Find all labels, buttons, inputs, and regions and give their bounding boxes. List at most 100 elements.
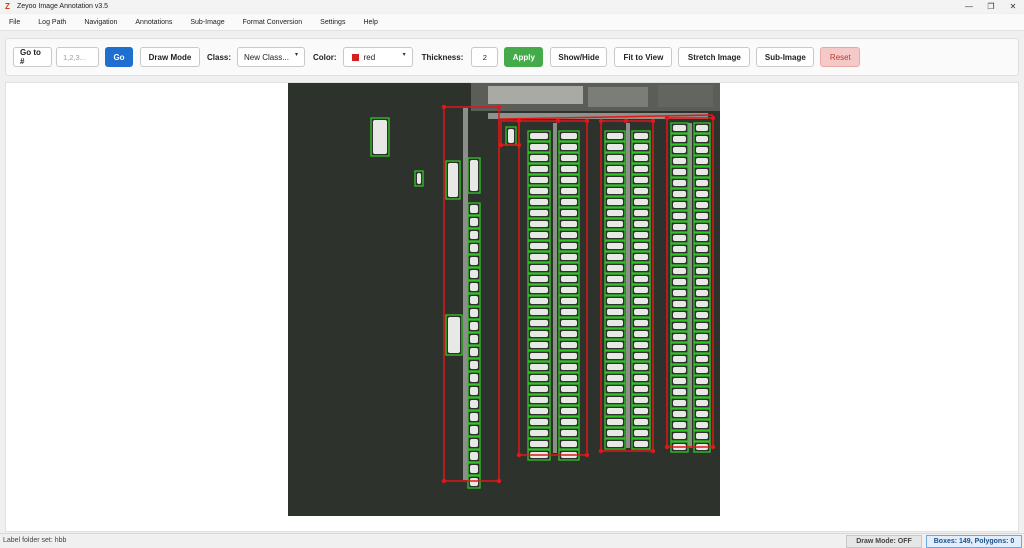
- boat: [696, 433, 708, 439]
- menu-sub-image[interactable]: Sub-Image: [181, 19, 233, 26]
- boat: [530, 419, 548, 425]
- reset-button[interactable]: Reset: [820, 47, 861, 67]
- annotation-handle[interactable]: [623, 118, 629, 124]
- color-select[interactable]: red ▾: [342, 47, 413, 67]
- boat: [530, 188, 548, 194]
- annotated-satellite-image[interactable]: [288, 83, 720, 516]
- boat: [673, 158, 686, 164]
- annotation-handle[interactable]: [598, 118, 604, 124]
- building-block: [658, 85, 713, 107]
- menu-format-conversion[interactable]: Format Conversion: [234, 19, 312, 26]
- boat: [470, 413, 478, 421]
- show-hide-button[interactable]: Show/Hide: [550, 47, 608, 67]
- boat: [530, 386, 548, 392]
- annotation-handle[interactable]: [710, 444, 716, 450]
- boat: [634, 287, 648, 293]
- fit-to-view-button[interactable]: Fit to View: [614, 47, 673, 67]
- annotation-handle[interactable]: [710, 115, 716, 121]
- boat: [470, 374, 478, 382]
- boat: [634, 441, 648, 447]
- boat: [673, 345, 686, 351]
- boat: [470, 478, 478, 486]
- boat: [673, 202, 686, 208]
- boat: [530, 199, 548, 205]
- annotation-handle[interactable]: [496, 104, 502, 110]
- menu-settings[interactable]: Settings: [311, 19, 354, 26]
- boat: [561, 188, 577, 194]
- boat: [634, 276, 648, 282]
- boat: [607, 221, 623, 227]
- boat: [530, 276, 548, 282]
- color-swatch-icon: [351, 53, 359, 61]
- annotation-handle[interactable]: [441, 478, 447, 484]
- boat: [696, 268, 708, 274]
- annotation-handle[interactable]: [516, 142, 522, 148]
- annotation-handle[interactable]: [496, 478, 502, 484]
- menu-log-path[interactable]: Log Path: [29, 19, 75, 26]
- boat: [607, 188, 623, 194]
- class-select[interactable]: New Class... ▾: [237, 47, 306, 67]
- boat: [607, 419, 623, 425]
- water-background: [288, 83, 720, 516]
- boat: [470, 218, 478, 226]
- annotation-handle[interactable]: [584, 452, 590, 458]
- menu-file[interactable]: File: [0, 19, 29, 26]
- boat: [696, 213, 708, 219]
- close-button[interactable]: ✕: [1002, 0, 1024, 13]
- boat: [696, 158, 708, 164]
- annotation-handle[interactable]: [598, 448, 604, 454]
- boat: [561, 419, 577, 425]
- toolbar: Go to # 1,2,3... Go Draw Mode Class: New…: [5, 38, 1019, 76]
- annotation-handle[interactable]: [650, 448, 656, 454]
- stretch-image-button[interactable]: Stretch Image: [678, 47, 751, 67]
- annotation-handle[interactable]: [664, 444, 670, 450]
- class-label: Class:: [207, 52, 232, 62]
- boat: [470, 283, 478, 291]
- boat: [470, 387, 478, 395]
- boat: [607, 353, 623, 359]
- menu-help[interactable]: Help: [354, 19, 386, 26]
- boat: [561, 408, 577, 414]
- maximize-button[interactable]: ❐: [980, 0, 1002, 13]
- thickness-input[interactable]: 2: [471, 47, 499, 67]
- annotation-handle[interactable]: [498, 142, 504, 148]
- boat: [561, 375, 577, 381]
- boat: [607, 144, 623, 150]
- draw-mode-button[interactable]: Draw Mode: [140, 47, 200, 67]
- boat: [530, 298, 548, 304]
- annotation-handle[interactable]: [664, 115, 670, 121]
- boat: [634, 221, 648, 227]
- annotation-handle[interactable]: [516, 452, 522, 458]
- boat: [696, 378, 708, 384]
- goto-input[interactable]: 1,2,3...: [56, 47, 99, 67]
- boat: [607, 265, 623, 271]
- boat: [673, 290, 686, 296]
- boat: [561, 397, 577, 403]
- label-folder-status: Label folder set: hbb: [3, 537, 67, 544]
- boat: [448, 317, 460, 353]
- annotation-handle[interactable]: [555, 118, 561, 124]
- boat: [561, 364, 577, 370]
- chevron-down-icon: ▾: [402, 52, 406, 58]
- menu-navigation[interactable]: Navigation: [75, 19, 126, 26]
- menu-annotations[interactable]: Annotations: [126, 19, 181, 26]
- annotation-handle[interactable]: [584, 118, 590, 124]
- go-button[interactable]: Go: [105, 47, 133, 67]
- boat: [696, 202, 708, 208]
- annotation-handle[interactable]: [441, 104, 447, 110]
- boat: [561, 199, 577, 205]
- boat: [561, 155, 577, 161]
- boat: [673, 334, 686, 340]
- boat: [673, 367, 686, 373]
- boat: [673, 389, 686, 395]
- boat: [634, 320, 648, 326]
- minimize-button[interactable]: —: [958, 0, 980, 13]
- boat: [530, 364, 548, 370]
- window-title: Zeyoo Image Annotation v3.5: [17, 3, 109, 10]
- boat: [530, 166, 548, 172]
- apply-button[interactable]: Apply: [504, 47, 544, 67]
- boat: [607, 177, 623, 183]
- sub-image-button[interactable]: Sub-Image: [756, 47, 815, 67]
- annotation-handle[interactable]: [650, 118, 656, 124]
- annotation-handle[interactable]: [516, 118, 522, 124]
